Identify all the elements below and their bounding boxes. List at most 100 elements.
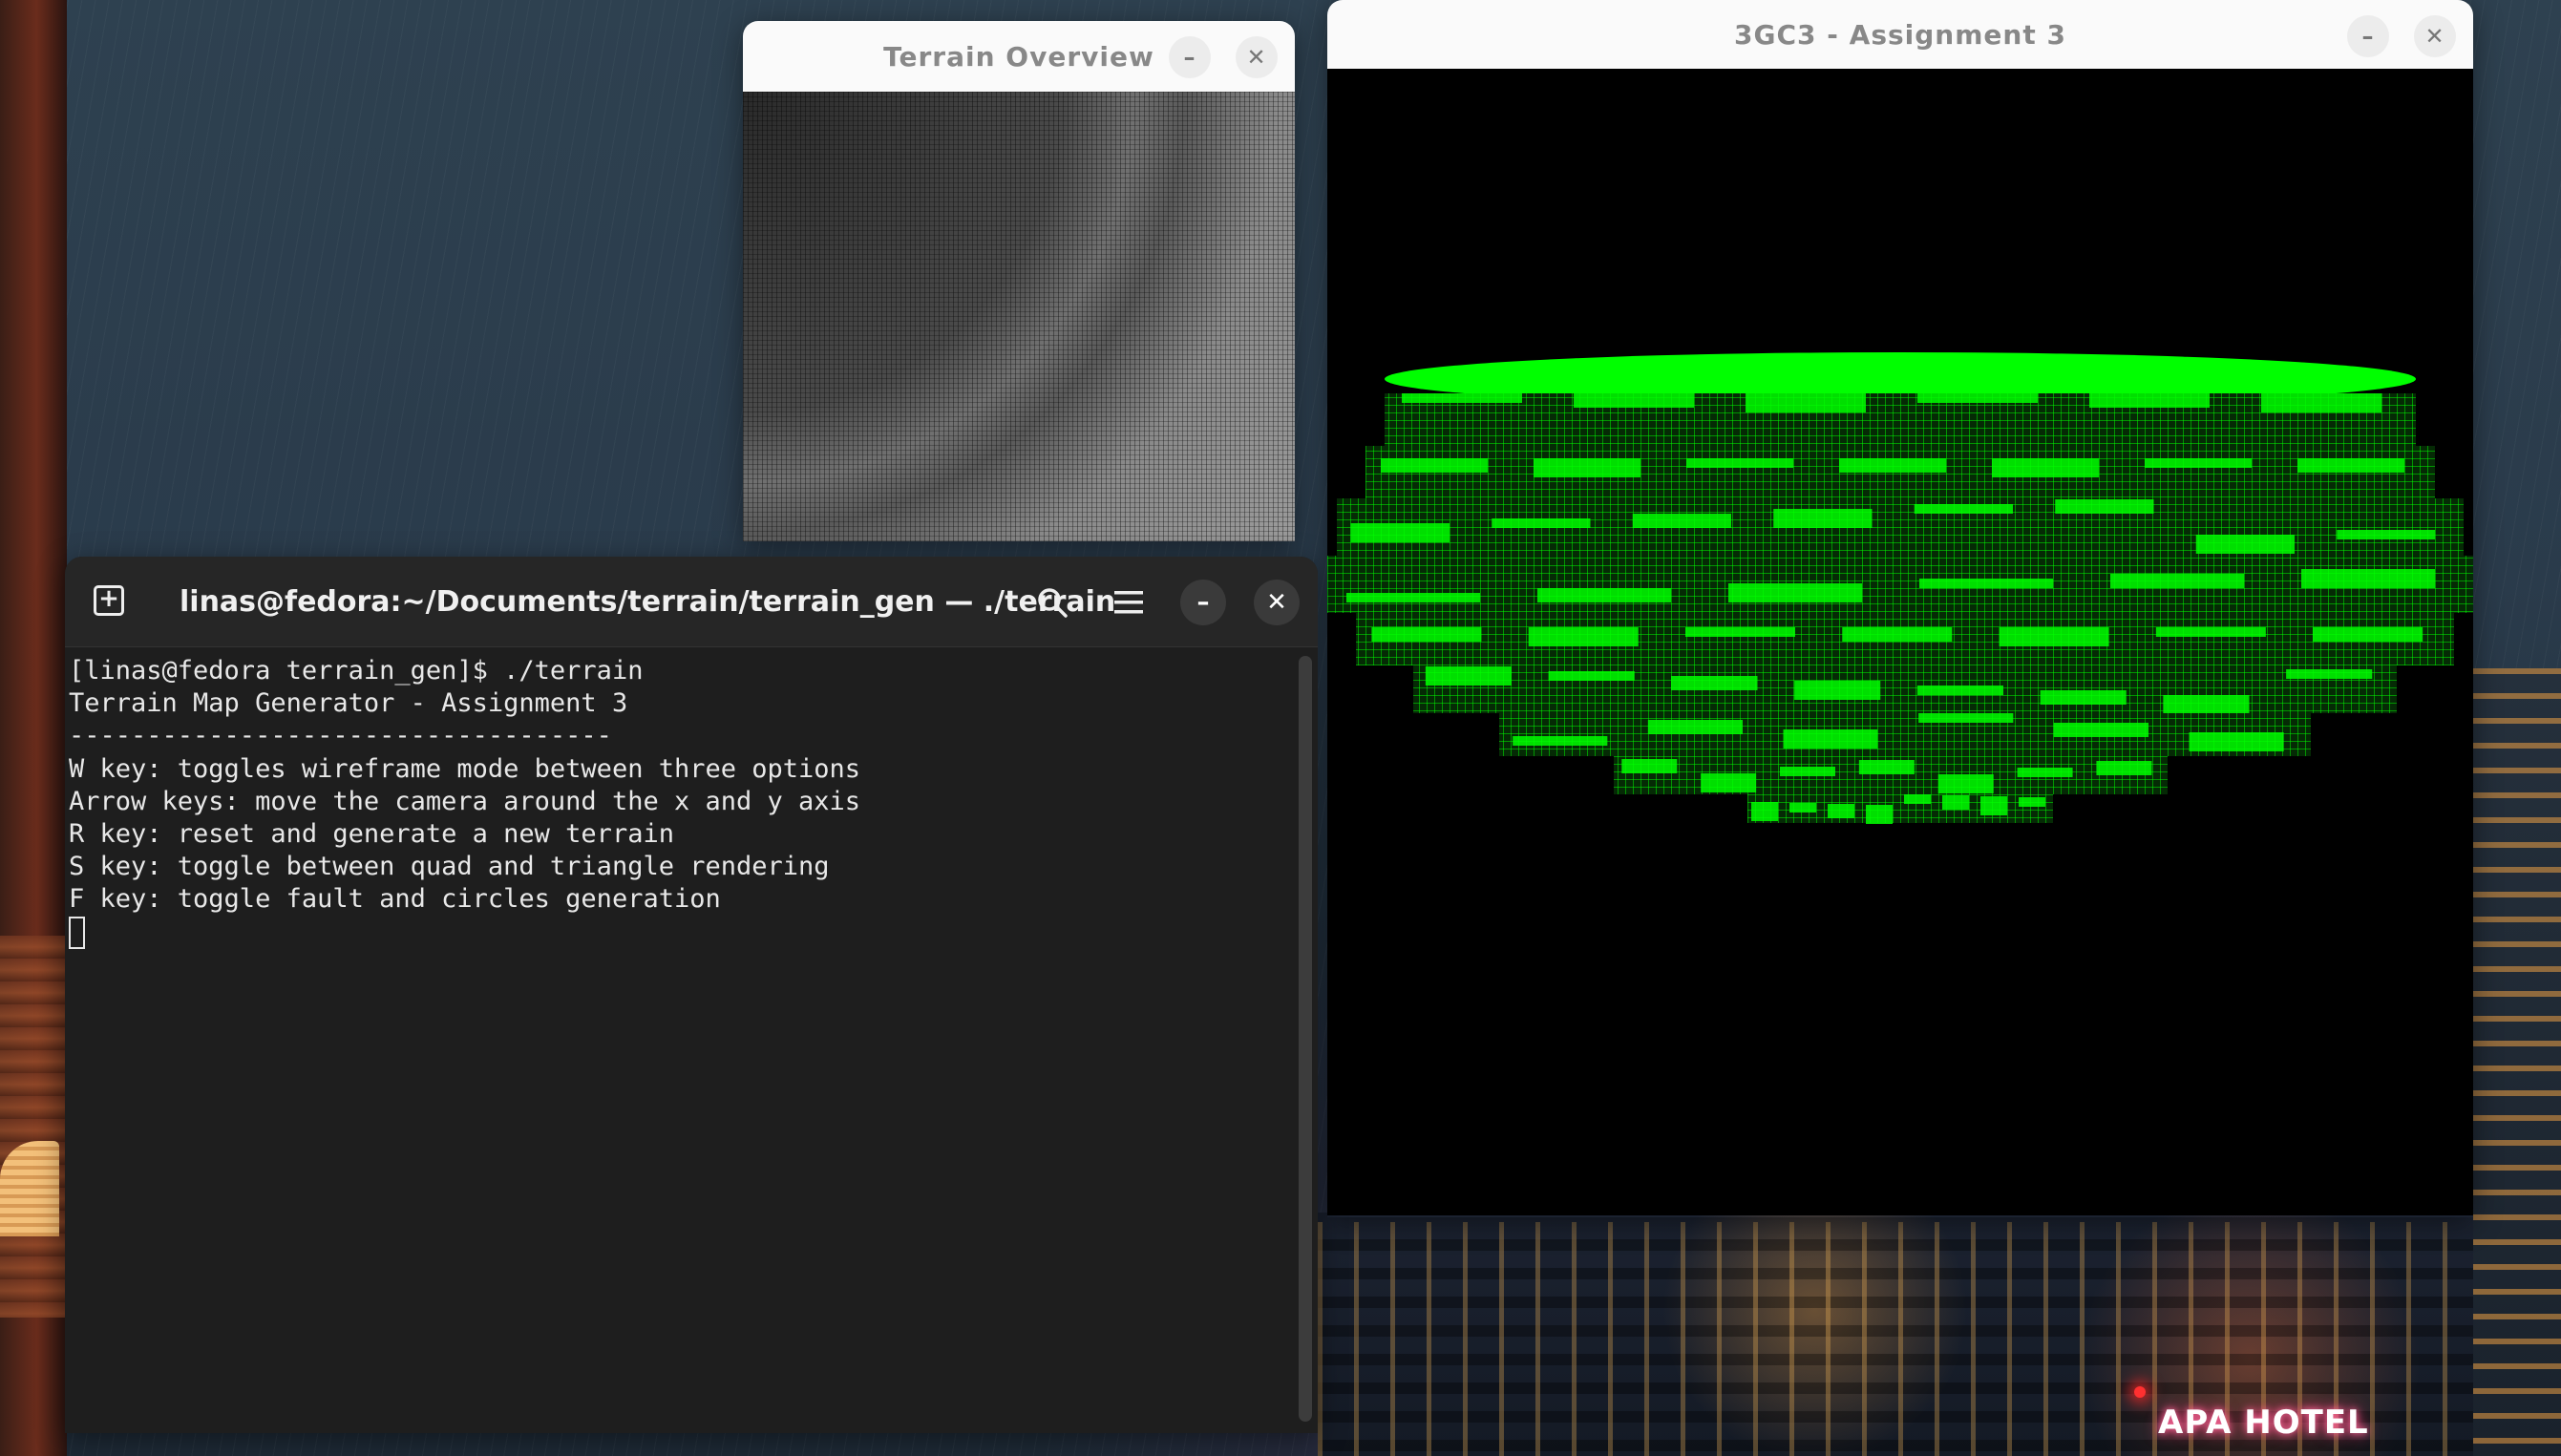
terrain-ledge [1701,773,1757,792]
terrain-ledge [1728,583,1862,602]
terrain-ledge [1632,514,1731,528]
terrain-ledge [1381,458,1488,473]
terrain-ledge [1425,666,1512,686]
terrain-ledge [1789,803,1816,812]
terminal-line: Arrow keys: move the camera around the x… [69,786,861,816]
terrain-ledge [1942,795,1969,810]
terrain-ledge [1914,504,2013,514]
terrain-ledge [2110,574,2244,588]
terrain-ledge [1773,509,1873,528]
overview-minimize-button[interactable]: – [1169,36,1211,78]
terrain-ledge [1685,627,1795,637]
terrain-ledge [1350,523,1450,542]
terrain-ledge [1751,802,1778,821]
plus-icon: + [98,584,119,613]
render-minimize-button[interactable]: – [2347,15,2389,57]
terrain-ledge [2055,499,2154,514]
terrain-ledge [2017,768,2073,777]
close-icon: ✕ [1266,588,1287,617]
terrain-ledge [1534,458,1640,477]
terrain-ledge [1904,794,1931,804]
terminal-line: R key: reset and generate a new terrain [69,819,674,850]
terrain-ledge [1537,588,1671,602]
terrain-ledge [1980,796,2007,815]
overview-title: Terrain Overview [883,40,1154,73]
terrain-ledge [2301,569,2435,588]
terrain-ledge [2195,535,2295,554]
terrain-ledge [2019,797,2045,807]
terminal-search-button[interactable] [1029,580,1075,625]
terrain-ledge [1371,627,1482,642]
terrain-ledge [1858,760,1915,774]
terrain-ledge [1621,759,1678,773]
terrain-ledge [2297,458,2404,473]
terrain-ledge [1574,393,1694,408]
search-icon [1038,588,1068,618]
terrain-ledge [1780,767,1835,776]
terrain-ledge [1999,627,2109,646]
overview-close-button[interactable]: ✕ [1236,36,1278,78]
terrain-ledge [1918,713,2014,723]
terrain-ledge [1916,686,2003,695]
render-window[interactable]: 3GC3 - Assignment 3 – ✕ [1327,0,2473,1217]
terrain-ledge [2337,530,2436,539]
terrain-ledge [1528,627,1639,646]
terrain-ledge [2096,761,2152,775]
terrain-ledge [2155,627,2266,637]
terminal-line: [linas@fedora terrain_gen]$ ./terrain [69,656,644,686]
terminal-line: F key: toggle fault and circles generati… [69,884,721,915]
terrain-ledge [1686,458,1793,468]
terminal-minimize-button[interactable]: – [1180,580,1226,625]
terrain-ledge [1513,736,1608,746]
terrain-ledge [2053,723,2148,737]
terminal-cursor [69,916,85,949]
terminal-scrollbar[interactable] [1299,656,1312,1422]
terrain-ledge [1746,393,1866,412]
terrain-overview-window[interactable]: Terrain Overview – ✕ [743,21,1295,541]
render-canvas[interactable] [1327,69,2473,1215]
terminal-line: ----------------------------------- [69,721,612,751]
terrain-ledge [2261,393,2381,412]
terrain-ledge [2145,458,2252,468]
terrain-ledge [2040,690,2127,705]
close-icon: ✕ [1246,44,1267,71]
terrain-ledge [1842,627,1953,642]
render-close-button[interactable]: ✕ [2414,15,2456,57]
overview-heightmap-canvas[interactable] [743,92,1295,541]
terrain-ledge [1794,681,1881,700]
wallpaper-city-lights [1318,1222,2561,1456]
terminal-window[interactable]: + linas@fedora:~/Documents/terrain/terra… [65,557,1318,1433]
new-tab-button[interactable]: + [94,585,124,616]
terrain-ledge [1492,518,1591,528]
terrain-ledge [1783,729,1878,749]
terrain-ledge [2163,695,2250,714]
terminal-menu-button[interactable] [1106,580,1152,625]
render-titlebar[interactable]: 3GC3 - Assignment 3 – ✕ [1327,0,2473,69]
wallpaper-lamp [0,1141,59,1236]
terminal-title: linas@fedora:~/Documents/terrain/terrain… [180,584,1116,619]
terminal-close-button[interactable]: ✕ [1254,580,1300,625]
minimize-icon: – [1196,588,1210,617]
render-title: 3GC3 - Assignment 3 [1734,18,2066,51]
wallpaper-red-light [2134,1386,2146,1398]
terminal-line: Terrain Map Generator - Assignment 3 [69,688,628,719]
terminal-line: W key: toggles wireframe mode between th… [69,753,861,784]
terrain-ledge [1402,393,1522,403]
overview-titlebar[interactable]: Terrain Overview – ✕ [743,21,1295,92]
wallpaper-curtain-pattern [0,936,67,1318]
terrain-wireframe [1327,352,2473,824]
terrain-ledge [1548,671,1635,681]
terrain-ledge [1828,804,1854,818]
terminal-line: S key: toggle between quad and triangle … [69,852,830,882]
terrain-ledge [2313,627,2423,642]
hamburger-menu-icon [1114,591,1143,614]
terminal-output[interactable]: [linas@fedora terrain_gen]$ ./terrain Ter… [65,647,1318,1433]
terrain-ledge [1866,805,1893,824]
terrain-ledge [1919,579,2053,588]
close-icon: ✕ [2424,23,2445,50]
terrain-ledge [1917,393,2038,403]
terrain-ledge [2286,669,2373,679]
terrain-ledge [1346,593,1480,602]
terminal-titlebar[interactable]: + linas@fedora:~/Documents/terrain/terra… [65,557,1318,647]
terrain-ledge [1671,676,1758,690]
